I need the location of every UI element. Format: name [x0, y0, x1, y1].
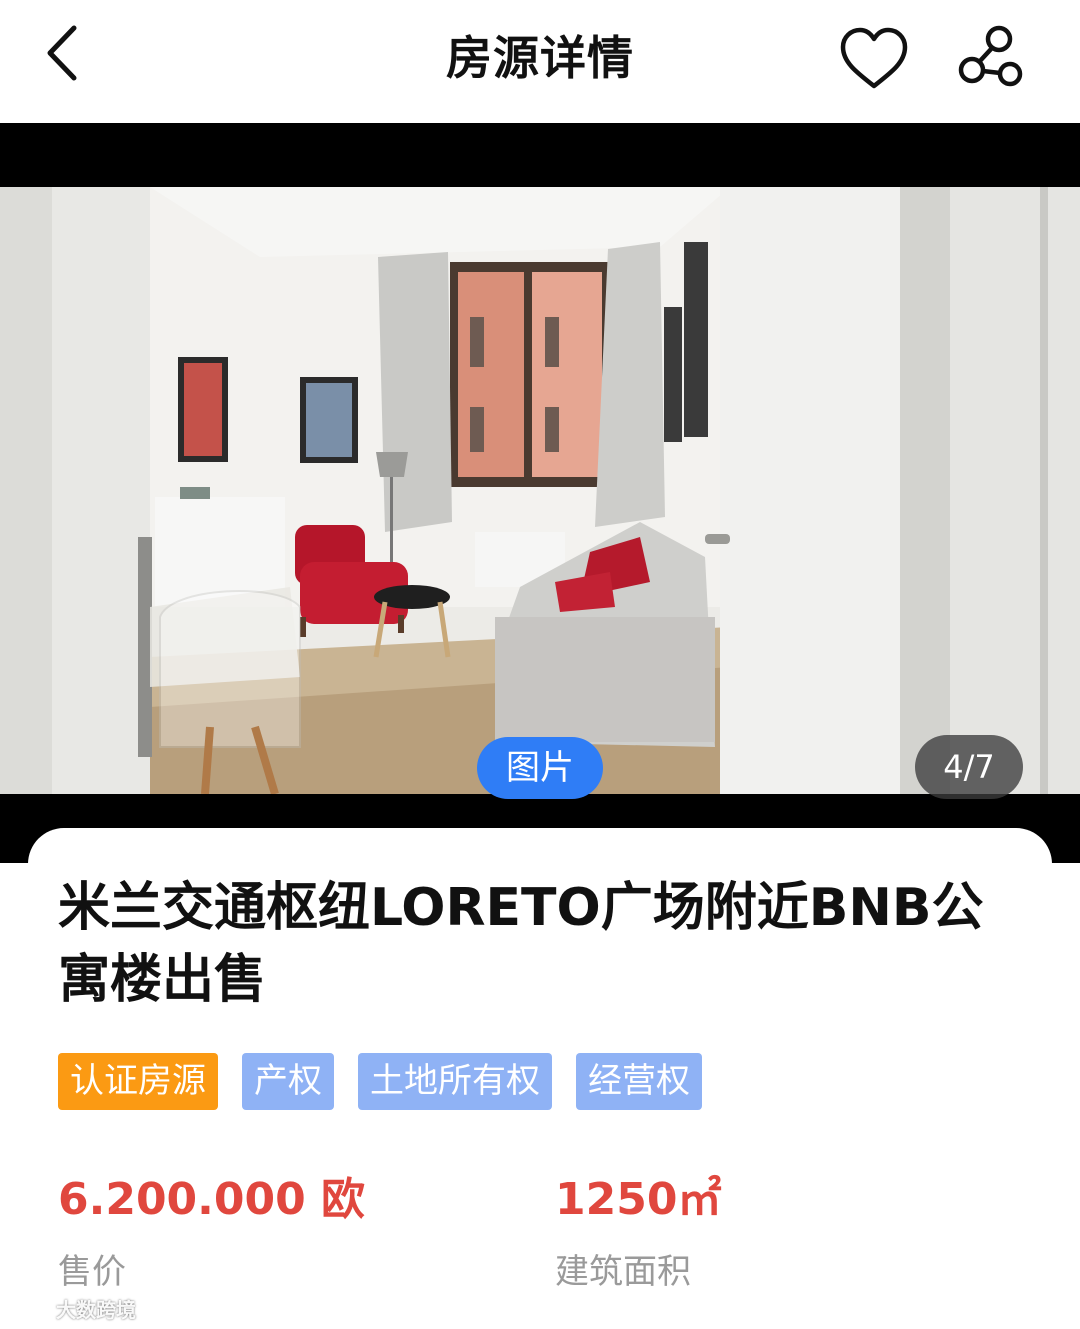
price-label: 售价 [58, 1252, 126, 1292]
area-value: 1250㎡ [555, 1174, 722, 1225]
watermark: 大数跨境 [10, 1294, 136, 1323]
watermark-logo-icon [10, 1299, 50, 1318]
photo-gallery[interactable]: 图片 4/7 [0, 123, 1080, 863]
price-stat: 6.200.000 欧 售价 [58, 1170, 365, 1294]
price-value: 6.200.000 欧 [58, 1174, 366, 1225]
tag-list: 认证房源 产权 土地所有权 经营权 [58, 1053, 702, 1110]
area-label: 建筑面积 [555, 1252, 691, 1292]
listing-title: 米兰交通枢纽LORETO广场附近BNB公寓楼出售 [58, 878, 984, 1010]
share-button[interactable] [952, 22, 1028, 94]
top-nav-bar: 房源详情 [0, 0, 1080, 123]
area-stat: 1250㎡ 建筑面积 [555, 1170, 721, 1294]
heart-icon [840, 27, 908, 89]
tag-verified: 认证房源 [58, 1053, 218, 1110]
tag-operating-right: 经营权 [576, 1053, 702, 1110]
room-photo[interactable] [0, 187, 1080, 794]
photos-tab-button[interactable]: 图片 [477, 737, 603, 799]
listing-info-card: 米兰交通枢纽LORETO广场附近BNB公寓楼出售 认证房源 产权 土地所有权 经… [28, 828, 1052, 1329]
tag-property-right: 产权 [242, 1053, 334, 1110]
tag-land-ownership: 土地所有权 [358, 1053, 552, 1110]
share-icon [958, 25, 1023, 87]
photo-counter: 4/7 [915, 735, 1023, 799]
page-title: 房源详情 [446, 31, 634, 85]
favorite-button[interactable] [836, 24, 912, 94]
watermark-text: 大数跨境 [56, 1298, 136, 1322]
